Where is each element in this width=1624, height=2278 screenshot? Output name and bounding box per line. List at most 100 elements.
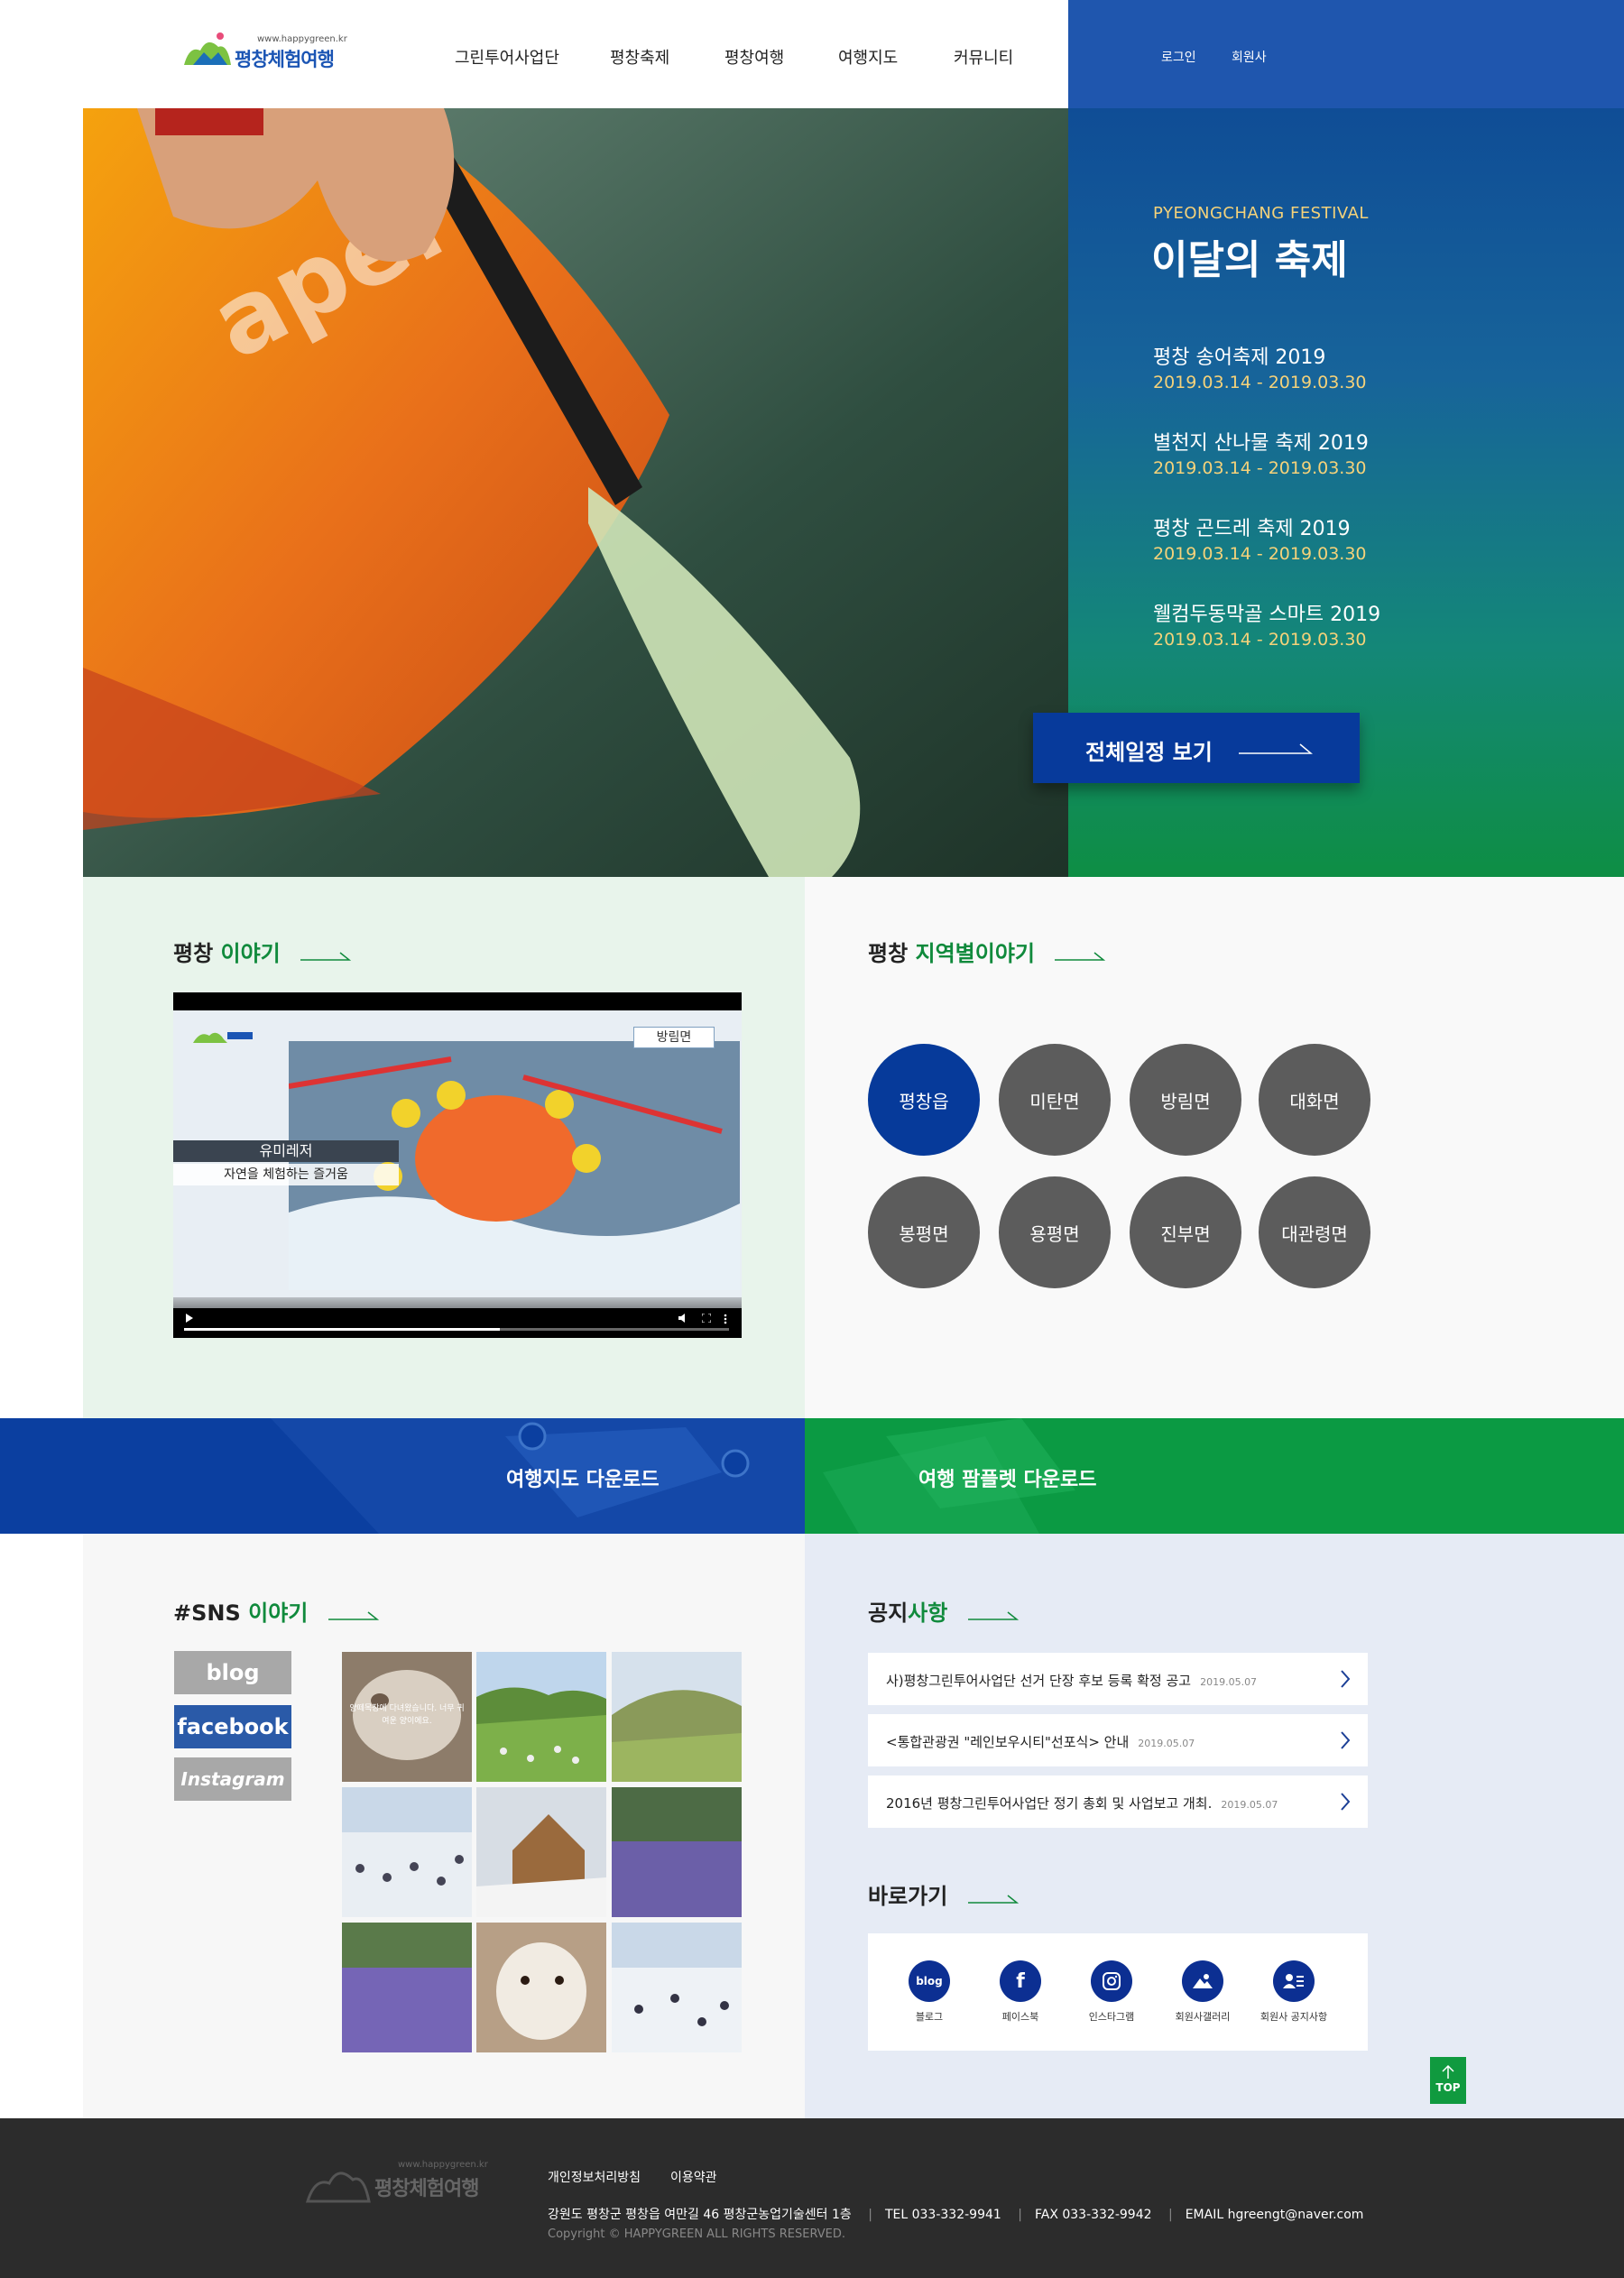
festival-event-name[interactable]: 별천지 산나물 축제 2019	[1153, 427, 1369, 456]
site-logo[interactable]: www.happygreen.kr 평창체험여행	[180, 25, 347, 79]
chevron-right-icon	[1341, 1670, 1351, 1688]
member-link[interactable]: 회원사	[1232, 48, 1267, 66]
footer-tel: TEL 033-332-9941	[884, 2208, 1001, 2222]
volume-icon[interactable]	[678, 1314, 687, 1323]
notice-item[interactable]: <통합관광권 "레인보우시티"선포식> 안내 2019.05.07	[868, 1714, 1368, 1766]
festival-event-date: 2019.03.14 - 2019.03.30	[1153, 458, 1367, 478]
region-item-pyeongchang[interactable]: 평창읍	[868, 1044, 980, 1156]
member-notice-icon	[1273, 1960, 1315, 2002]
festival-subtitle: PYEONGCHANG FESTIVAL	[1153, 204, 1369, 223]
nav-travel[interactable]: 평창여행	[724, 45, 784, 69]
festival-event-date: 2019.03.14 - 2019.03.30	[1153, 544, 1367, 564]
chevron-right-icon	[1341, 1793, 1351, 1811]
sns-photo-sheep-face[interactable]	[476, 1923, 606, 2052]
sns-title: #SNS 이야기	[173, 1595, 379, 1627]
sns-photo-meadow[interactable]	[476, 1652, 606, 1782]
sns-photo-sheep[interactable]: 양떼목장에 다녀왔습니다. 너무 귀여운 양이에요.	[342, 1652, 472, 1782]
logo-name: 평창체험여행	[235, 49, 335, 70]
notice-item[interactable]: 사)평창그린투어사업단 선거 단장 후보 등록 확정 공고 2019.05.07	[868, 1653, 1368, 1705]
arrow-right-icon	[1239, 743, 1313, 754]
nav-map[interactable]: 여행지도	[838, 45, 898, 69]
quick-instagram[interactable]: 인스타그램	[1066, 1960, 1157, 2024]
chevron-right-icon	[1341, 1731, 1351, 1749]
quick-member-notice[interactable]: 회원사 공지사항	[1249, 1960, 1339, 2024]
quick-facebook[interactable]: f 페이스북	[975, 1960, 1066, 2024]
footer-fax: FAX 033-332-9942	[1034, 2208, 1152, 2222]
pamphlet-download-label: 여행 팜플렛 다운로드	[918, 1469, 1097, 1491]
festival-title: 이달의 축제	[1151, 237, 1348, 283]
footer-logo-name: 평창체험여행	[374, 2178, 479, 2200]
privacy-policy-link[interactable]: 개인정보처리방침	[548, 2168, 641, 2186]
video-progress-fill	[184, 1328, 501, 1331]
gallery-icon	[1182, 1960, 1223, 2002]
region-item-daehwa[interactable]: 대화면	[1259, 1044, 1370, 1156]
footer-logo: www.happygreen.kr 평창체험여행	[304, 2151, 494, 2214]
header-util-bar	[1068, 0, 1624, 108]
region-item-yongpyeong[interactable]: 용평면	[999, 1176, 1111, 1288]
title-arrow-icon	[967, 1611, 1019, 1620]
play-icon[interactable]	[186, 1314, 193, 1323]
arrow-up-icon	[1442, 2064, 1454, 2079]
login-link[interactable]: 로그인	[1161, 48, 1196, 66]
quick-gallery[interactable]: 회원사갤러리	[1158, 1960, 1248, 2024]
video-player[interactable]: 방림면 유미레저 자연을 체험하는 즐거움	[173, 992, 742, 1338]
nav-festival[interactable]: 평창축제	[610, 45, 669, 69]
nav-green-tour[interactable]: 그린투어사업단	[455, 45, 559, 69]
notice-item[interactable]: 2016년 평창그린투어사업단 정기 총회 및 사업보고 개최. 2019.05.…	[868, 1775, 1368, 1828]
video-caption-title: 유미레저	[173, 1140, 399, 1162]
site-footer	[0, 2118, 1624, 2278]
video-caption-sub: 자연을 체험하는 즐거움	[173, 1164, 399, 1185]
footer-copyright: Copyright © HAPPYGREEN ALL RIGHTS RESERV…	[548, 2227, 846, 2241]
fullscreen-icon[interactable]	[702, 1314, 711, 1323]
title-arrow-icon	[967, 1895, 1019, 1904]
logo-mountain-icon	[184, 32, 231, 65]
sns-photo-hill[interactable]	[612, 1652, 742, 1782]
view-all-schedule-button[interactable]: 전체일정 보기	[1033, 713, 1360, 783]
region-item-daegwallyeong[interactable]: 대관령면	[1259, 1176, 1370, 1288]
sns-photo-lavender[interactable]	[612, 1787, 742, 1917]
instagram-icon	[1091, 1960, 1132, 2002]
region-item-bongpyeong[interactable]: 봉평면	[868, 1176, 980, 1288]
sns-photo-caption: 양떼목장에 다녀왔습니다. 너무 귀여운 양이에요.	[349, 1704, 465, 1726]
logo-url: www.happygreen.kr	[257, 34, 347, 44]
map-pin-icon	[721, 1449, 750, 1478]
pamphlet-download-banner[interactable]: 여행 팜플렛 다운로드	[805, 1418, 1624, 1534]
region-item-bangnim[interactable]: 방림면	[1130, 1044, 1241, 1156]
scroll-top-button[interactable]: TOP	[1430, 2057, 1466, 2104]
sns-blog-button[interactable]: blog	[174, 1651, 291, 1694]
hero-image: ape.	[83, 108, 1068, 877]
festival-event-name[interactable]: 웰컴두동막골 스마트 2019	[1153, 598, 1380, 627]
footer-address: 강원도 평창군 평창읍 여만길 46 평창군농업기술센터 1층 | TEL 033…	[548, 2208, 1364, 2222]
sns-photo-cabin[interactable]	[476, 1787, 606, 1917]
map-pattern	[271, 1418, 805, 1534]
video-logo	[191, 1025, 254, 1047]
blog-icon: blog	[909, 1960, 950, 2002]
video-badge: 방림면	[633, 1027, 715, 1048]
footer-email: EMAIL hgreengt@naver.com	[1185, 2208, 1364, 2222]
sns-photo-festival[interactable]	[342, 1787, 472, 1917]
map-download-banner[interactable]: 여행지도 다운로드	[0, 1418, 805, 1534]
story-title: 평창 이야기	[173, 936, 352, 967]
sns-photo-lavender-field[interactable]	[342, 1923, 472, 2052]
more-icon[interactable]	[724, 1314, 727, 1324]
nav-community[interactable]: 커뮤니티	[954, 45, 1013, 69]
quick-links-title: 바로가기	[868, 1878, 1019, 1910]
notice-title: 공지사항	[868, 1595, 1019, 1627]
sns-facebook-button[interactable]: facebook	[174, 1705, 291, 1748]
video-progress-track[interactable]	[184, 1328, 729, 1331]
title-arrow-icon	[300, 952, 352, 961]
map-download-label: 여행지도 다운로드	[506, 1469, 660, 1491]
festival-event-name[interactable]: 평창 곤드레 축제 2019	[1153, 512, 1351, 541]
quick-links-panel: blog 블로그 f 페이스북 인스타그램 회원사갤러리 회원사 공지사항	[868, 1933, 1368, 2051]
region-item-jinbu[interactable]: 진부면	[1130, 1176, 1241, 1288]
region-title: 평창 지역별이야기	[868, 936, 1106, 967]
festival-event-name[interactable]: 평창 송어축제 2019	[1153, 341, 1325, 370]
sns-photo-ice-fishing[interactable]	[612, 1923, 742, 2052]
quick-blog[interactable]: blog 블로그	[884, 1960, 974, 2024]
festival-event-date: 2019.03.14 - 2019.03.30	[1153, 373, 1367, 392]
facebook-icon: f	[1000, 1960, 1041, 2002]
terms-link[interactable]: 이용약관	[670, 2168, 717, 2186]
footer-logo-mountain-icon	[305, 2172, 371, 2203]
sns-instagram-button[interactable]: Instagram	[174, 1757, 291, 1801]
region-item-mitan[interactable]: 미탄면	[999, 1044, 1111, 1156]
